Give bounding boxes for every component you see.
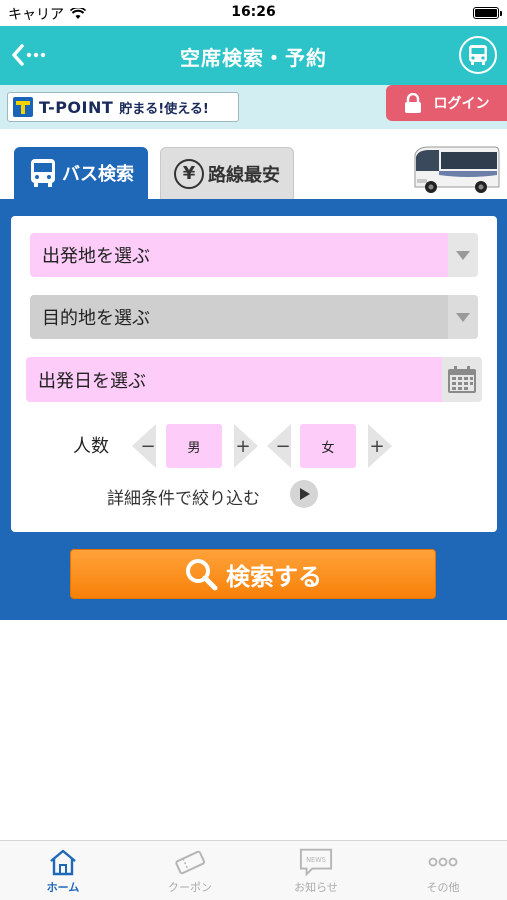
search-button[interactable]: 検索する — [70, 549, 436, 599]
tab-home[interactable]: ホーム — [0, 847, 126, 899]
tab-route-cheapest[interactable]: ¥ 路線最安 — [160, 147, 294, 199]
detail-filter-label: 詳細条件で絞り込む — [107, 489, 260, 509]
login-button[interactable]: ログイン — [386, 85, 507, 121]
status-bar: キャリア 16:26 — [0, 0, 507, 26]
tab-more-label: その他 — [426, 881, 460, 894]
tab-coupon[interactable]: クーポン — [127, 847, 253, 899]
magnifier-icon — [186, 559, 218, 591]
bus-menu-button[interactable] — [459, 36, 497, 74]
female-minus-button[interactable]: − — [267, 424, 291, 468]
bus-icon — [31, 159, 55, 187]
minus-label: − — [275, 435, 291, 457]
people-label: 人数 — [73, 436, 109, 457]
calendar-icon — [448, 365, 476, 393]
login-label: ログイン — [433, 96, 490, 112]
yen-icon: ¥ — [174, 158, 204, 189]
chevron-down-icon — [448, 295, 478, 339]
tab-more[interactable]: その他 — [380, 847, 506, 899]
lock-icon — [404, 93, 421, 113]
promo-bar: T-POINT 貯まる!使える! ログイン — [0, 85, 507, 129]
tpoint-logo-icon — [13, 97, 33, 117]
destination-placeholder: 目的地を選ぶ — [42, 308, 150, 329]
search-form-card: 出発地を選ぶ 目的地を選ぶ 出発日を選ぶ 人数 − 男 + − 女 + 詳細条件… — [11, 216, 497, 532]
female-count-field[interactable]: 女 — [300, 424, 356, 468]
news-icon: NEWS — [299, 848, 333, 877]
tab-route-cheapest-label: 路線最安 — [208, 164, 280, 186]
coupon-icon — [175, 850, 206, 875]
bus-icon — [469, 45, 487, 65]
detail-filter-row[interactable]: 詳細条件で絞り込む — [11, 479, 497, 509]
people-count-row: 人数 − 男 + − 女 + — [11, 421, 497, 468]
bottom-tab-bar: ホーム クーポン NEWS お知らせ その他 — [0, 840, 507, 900]
tab-coupon-label: クーポン — [168, 881, 212, 894]
tpoint-banner[interactable]: T-POINT 貯まる!使える! — [7, 92, 239, 122]
calendar-button[interactable] — [442, 357, 482, 402]
tpoint-subtext: 貯まる!使える! — [119, 101, 209, 117]
plus-label: + — [369, 435, 385, 457]
page-title: 空席検索・予約 — [180, 46, 327, 70]
tab-home-label: ホーム — [46, 881, 80, 894]
date-field[interactable]: 出発日を選ぶ — [26, 357, 482, 402]
plus-label: + — [235, 435, 251, 457]
home-icon — [50, 849, 76, 876]
nav-bar: 空席検索・予約 — [0, 26, 507, 85]
female-plus-button[interactable]: + — [368, 424, 392, 468]
tab-news-label: お知らせ — [294, 881, 338, 894]
departure-placeholder: 出発地を選ぶ — [42, 246, 150, 267]
search-button-label: 検索する — [226, 562, 322, 591]
status-time: 16:26 — [231, 4, 276, 20]
departure-select[interactable]: 出発地を選ぶ — [30, 233, 478, 277]
tab-news[interactable]: NEWS お知らせ — [253, 847, 379, 899]
search-tabs: バス検索 ¥ 路線最安 — [0, 129, 507, 199]
svg-text:NEWS: NEWS — [306, 856, 326, 864]
chevron-down-icon — [448, 233, 478, 277]
male-minus-button[interactable]: − — [132, 424, 156, 468]
female-label: 女 — [321, 440, 335, 456]
minus-label: − — [140, 435, 156, 457]
more-icon — [428, 857, 458, 867]
destination-select[interactable]: 目的地を選ぶ — [30, 295, 478, 339]
highway-bus-image — [414, 146, 500, 193]
play-icon[interactable] — [290, 480, 318, 508]
search-panel: 出発地を選ぶ 目的地を選ぶ 出発日を選ぶ 人数 − 男 + − 女 + 詳細条件… — [0, 199, 507, 620]
male-label: 男 — [187, 440, 201, 456]
male-count-field[interactable]: 男 — [166, 424, 222, 468]
tab-bus-search[interactable]: バス検索 — [14, 147, 148, 199]
date-placeholder: 出発日を選ぶ — [38, 370, 146, 392]
male-plus-button[interactable]: + — [234, 424, 258, 468]
battery-icon — [473, 7, 502, 19]
tab-bus-search-label: バス検索 — [62, 164, 134, 185]
tpoint-text: T-POINT — [39, 97, 114, 117]
